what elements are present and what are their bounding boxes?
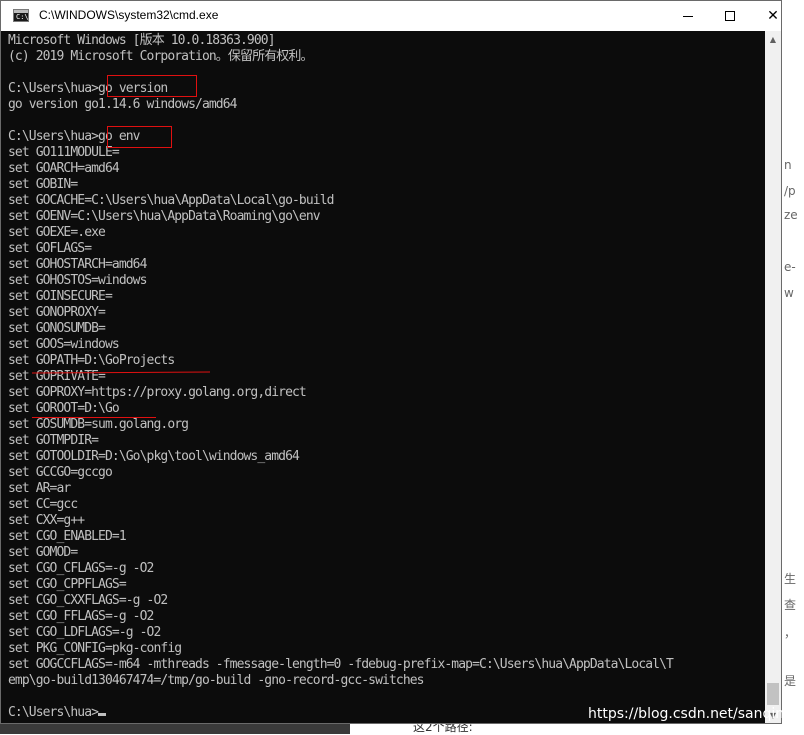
cmd-window[interactable]: C:\ C:\WINDOWS\system32\cmd.exe ✕ Micros… — [0, 0, 782, 724]
console-line: set CGO_LDFLAGS=-g -O2 — [8, 625, 161, 640]
console-line: set CXX=g++ — [8, 513, 85, 528]
console-line: set GOSUMDB=sum.golang.org — [8, 417, 189, 432]
maximize-icon — [725, 11, 735, 21]
background-page-bottom — [0, 724, 804, 734]
console-line: set CGO_FFLAGS=-g -O2 — [8, 609, 154, 624]
console-line: set GOHOSTOS=windows — [8, 273, 147, 288]
console-line: set GCCGO=gccgo — [8, 465, 113, 480]
watermark: https://blog.csdn.net/sanqin — [588, 706, 785, 722]
background-fragment: 是 — [784, 674, 797, 688]
console-line: set GOBIN= — [8, 177, 78, 192]
console-line: set GOOS=windows — [8, 337, 120, 352]
background-fragment: ， — [784, 626, 797, 640]
console-line: set AR=ar — [8, 481, 71, 496]
console-line: go version go1.14.6 windows/amd64 — [8, 97, 237, 112]
maximize-button[interactable] — [707, 1, 753, 31]
console-line: set CGO_CPPFLAGS= — [8, 577, 127, 592]
console-line: set GONOPROXY= — [8, 305, 106, 320]
console-line: set GOINSECURE= — [8, 289, 113, 304]
background-fragment: w — [784, 286, 794, 300]
close-icon: ✕ — [767, 8, 779, 24]
console-line: set CGO_ENABLED=1 — [8, 529, 127, 544]
window-title: C:\WINDOWS\system32\cmd.exe — [39, 8, 219, 22]
cmd-app-icon[interactable]: C:\ — [13, 9, 29, 22]
console-line: emp\go-build130467474=/tmp/go-build -gno… — [8, 673, 425, 688]
scroll-up-icon[interactable]: ▲ — [765, 31, 781, 47]
minimize-icon — [683, 15, 693, 17]
background-page-right: n /p ze e- w 生 查 ， 是 — [782, 0, 804, 734]
minimize-button[interactable] — [665, 1, 711, 31]
annotation-box-go-version — [107, 75, 197, 97]
console-line: set CGO_CXXFLAGS=-g -O2 — [8, 593, 168, 608]
console-line: set CGO_CFLAGS=-g -O2 — [8, 561, 154, 576]
text-cursor — [98, 713, 107, 716]
console-line: set GONOSUMDB= — [8, 321, 106, 336]
console-line: set GOENV=C:\Users\hua\AppData\Roaming\g… — [8, 209, 321, 224]
annotation-box-go-env — [107, 126, 172, 148]
console-line: set GOARCH=amd64 — [8, 161, 120, 176]
console-line: set GOPROXY=https://proxy.golang.org,dir… — [8, 385, 307, 400]
console-line: set GOHOSTARCH=amd64 — [8, 257, 147, 272]
console-prompt-line[interactable]: C:\Users\hua> — [8, 705, 673, 721]
background-dark-block — [0, 724, 350, 734]
console-line: Microsoft Windows [版本 10.0.18363.900] — [8, 33, 276, 48]
background-fragment: 生 — [784, 572, 797, 586]
scroll-thumb[interactable] — [767, 683, 779, 705]
background-fragment: ze — [784, 208, 798, 222]
background-fragment: e- — [784, 260, 796, 274]
background-fragment: /p — [784, 184, 796, 198]
background-fragment: n — [784, 158, 792, 172]
annotation-underline-goroot — [32, 417, 156, 418]
console-line: set GOFLAGS= — [8, 241, 92, 256]
title-bar[interactable]: C:\ C:\WINDOWS\system32\cmd.exe ✕ — [1, 1, 781, 31]
console-line: set PKG_CONFIG=pkg-config — [8, 641, 182, 656]
console-line: (c) 2019 Microsoft Corporation。保留所有权利。 — [8, 49, 314, 64]
console-line: set GOTOOLDIR=D:\Go\pkg\tool\windows_amd… — [8, 449, 300, 464]
console-line: set GOCACHE=C:\Users\hua\AppData\Local\g… — [8, 193, 334, 208]
console-line: set GOPATH=D:\GoProjects — [8, 353, 175, 368]
console-line: set GOROOT=D:\Go — [8, 401, 120, 416]
vertical-scrollbar[interactable]: ▲ ▼ — [765, 31, 781, 723]
console-line: set GOEXE=.exe — [8, 225, 106, 240]
close-button[interactable]: ✕ — [750, 1, 796, 31]
console-line: set GOTMPDIR= — [8, 433, 99, 448]
console-line: set CC=gcc — [8, 497, 78, 512]
console-line: set GOGCCFLAGS=-m64 -mthreads -fmessage-… — [8, 657, 674, 672]
console-line: set GOMOD= — [8, 545, 78, 560]
console-prompt: C:\Users\hua> — [8, 705, 99, 720]
background-fragment: 查 — [784, 598, 797, 612]
